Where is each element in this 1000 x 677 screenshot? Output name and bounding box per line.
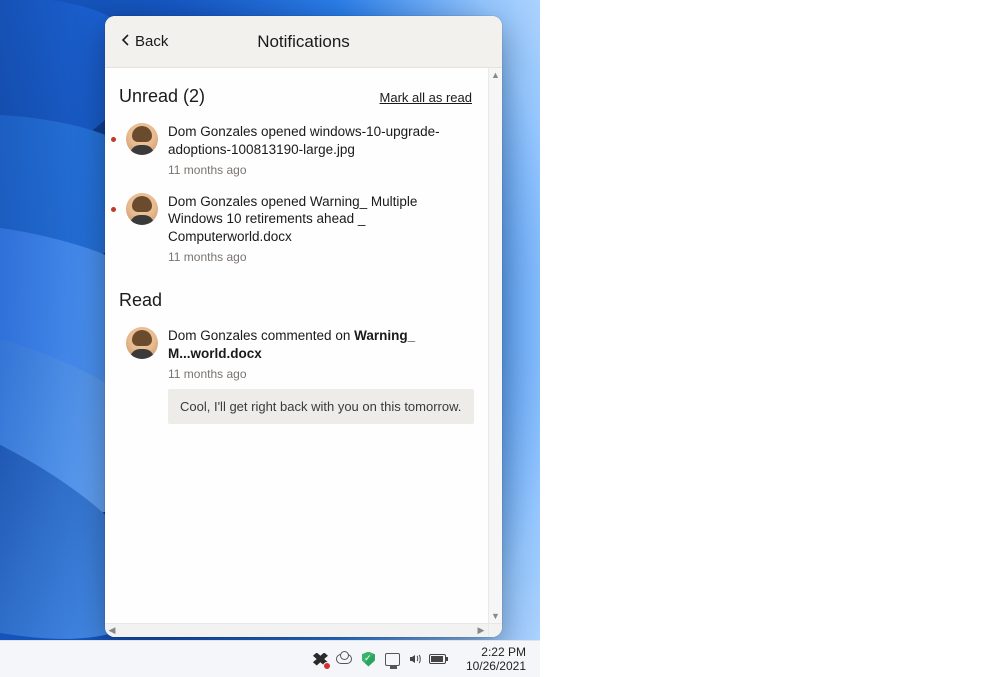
mark-all-read-button[interactable]: Mark all as read <box>380 90 472 105</box>
panel-body: Unread (2) Mark all as read Dom Gonzales… <box>105 68 502 637</box>
notification-text: Dom Gonzales commented on Warning_ M...w… <box>168 327 474 363</box>
notification-item[interactable]: Dom Gonzales opened windows-10-upgrade-a… <box>105 115 488 185</box>
notifications-panel: Back Notifications Unread (2) Mark all a… <box>105 16 502 637</box>
security-tray-icon[interactable] <box>360 651 377 668</box>
notification-item[interactable]: Dom Gonzales commented on Warning_ M...w… <box>105 319 488 432</box>
scroll-left-icon[interactable]: ◀ <box>105 624 119 637</box>
comment-content: Cool, I'll get right back with you on th… <box>168 389 474 424</box>
avatar <box>126 123 158 155</box>
notification-prefix: Dom Gonzales commented on <box>168 328 354 343</box>
notification-text: Dom Gonzales opened windows-10-upgrade-a… <box>168 123 474 159</box>
read-section-header: Read <box>105 272 488 319</box>
dot-spacer <box>111 341 116 346</box>
chevron-left-icon <box>121 33 131 50</box>
horizontal-scrollbar[interactable]: ◀ ▶ <box>105 623 488 637</box>
unread-section-header: Unread (2) Mark all as read <box>105 68 488 115</box>
unread-dot-icon <box>111 137 116 142</box>
back-button[interactable]: Back <box>111 27 178 56</box>
battery-tray-icon[interactable] <box>429 651 446 668</box>
scroll-down-icon[interactable]: ▼ <box>489 609 502 623</box>
unread-dot-icon <box>111 207 116 212</box>
unread-title: Unread (2) <box>119 86 205 107</box>
notification-text: Dom Gonzales opened Warning_ Multiple Wi… <box>168 193 474 246</box>
dropbox-tray-icon[interactable] <box>312 651 329 668</box>
notification-time: 11 months ago <box>168 367 474 381</box>
taskbar-date: 10/26/2021 <box>466 659 526 673</box>
panel-title: Notifications <box>257 32 350 52</box>
scroll-area: Unread (2) Mark all as read Dom Gonzales… <box>105 68 488 623</box>
scrollbar-corner <box>488 623 502 637</box>
scroll-right-icon[interactable]: ▶ <box>474 624 488 637</box>
onedrive-tray-icon[interactable] <box>336 651 353 668</box>
avatar <box>126 327 158 359</box>
scroll-up-icon[interactable]: ▲ <box>489 68 502 82</box>
read-title: Read <box>119 290 162 311</box>
taskbar-clock[interactable]: 2:22 PM 10/26/2021 <box>456 645 532 673</box>
notification-time: 11 months ago <box>168 250 474 264</box>
system-tray: 2:22 PM 10/26/2021 <box>304 641 540 677</box>
notification-item[interactable]: Dom Gonzales opened Warning_ Multiple Wi… <box>105 185 488 272</box>
taskbar-time: 2:22 PM <box>466 645 526 659</box>
vertical-scrollbar[interactable]: ▲ ▼ <box>488 68 502 623</box>
taskbar: 2:22 PM 10/26/2021 <box>0 640 540 677</box>
notification-time: 11 months ago <box>168 163 474 177</box>
back-label: Back <box>135 33 168 50</box>
network-tray-icon[interactable] <box>384 651 401 668</box>
avatar <box>126 193 158 225</box>
volume-tray-icon[interactable] <box>408 652 422 666</box>
panel-header: Back Notifications <box>105 16 502 68</box>
